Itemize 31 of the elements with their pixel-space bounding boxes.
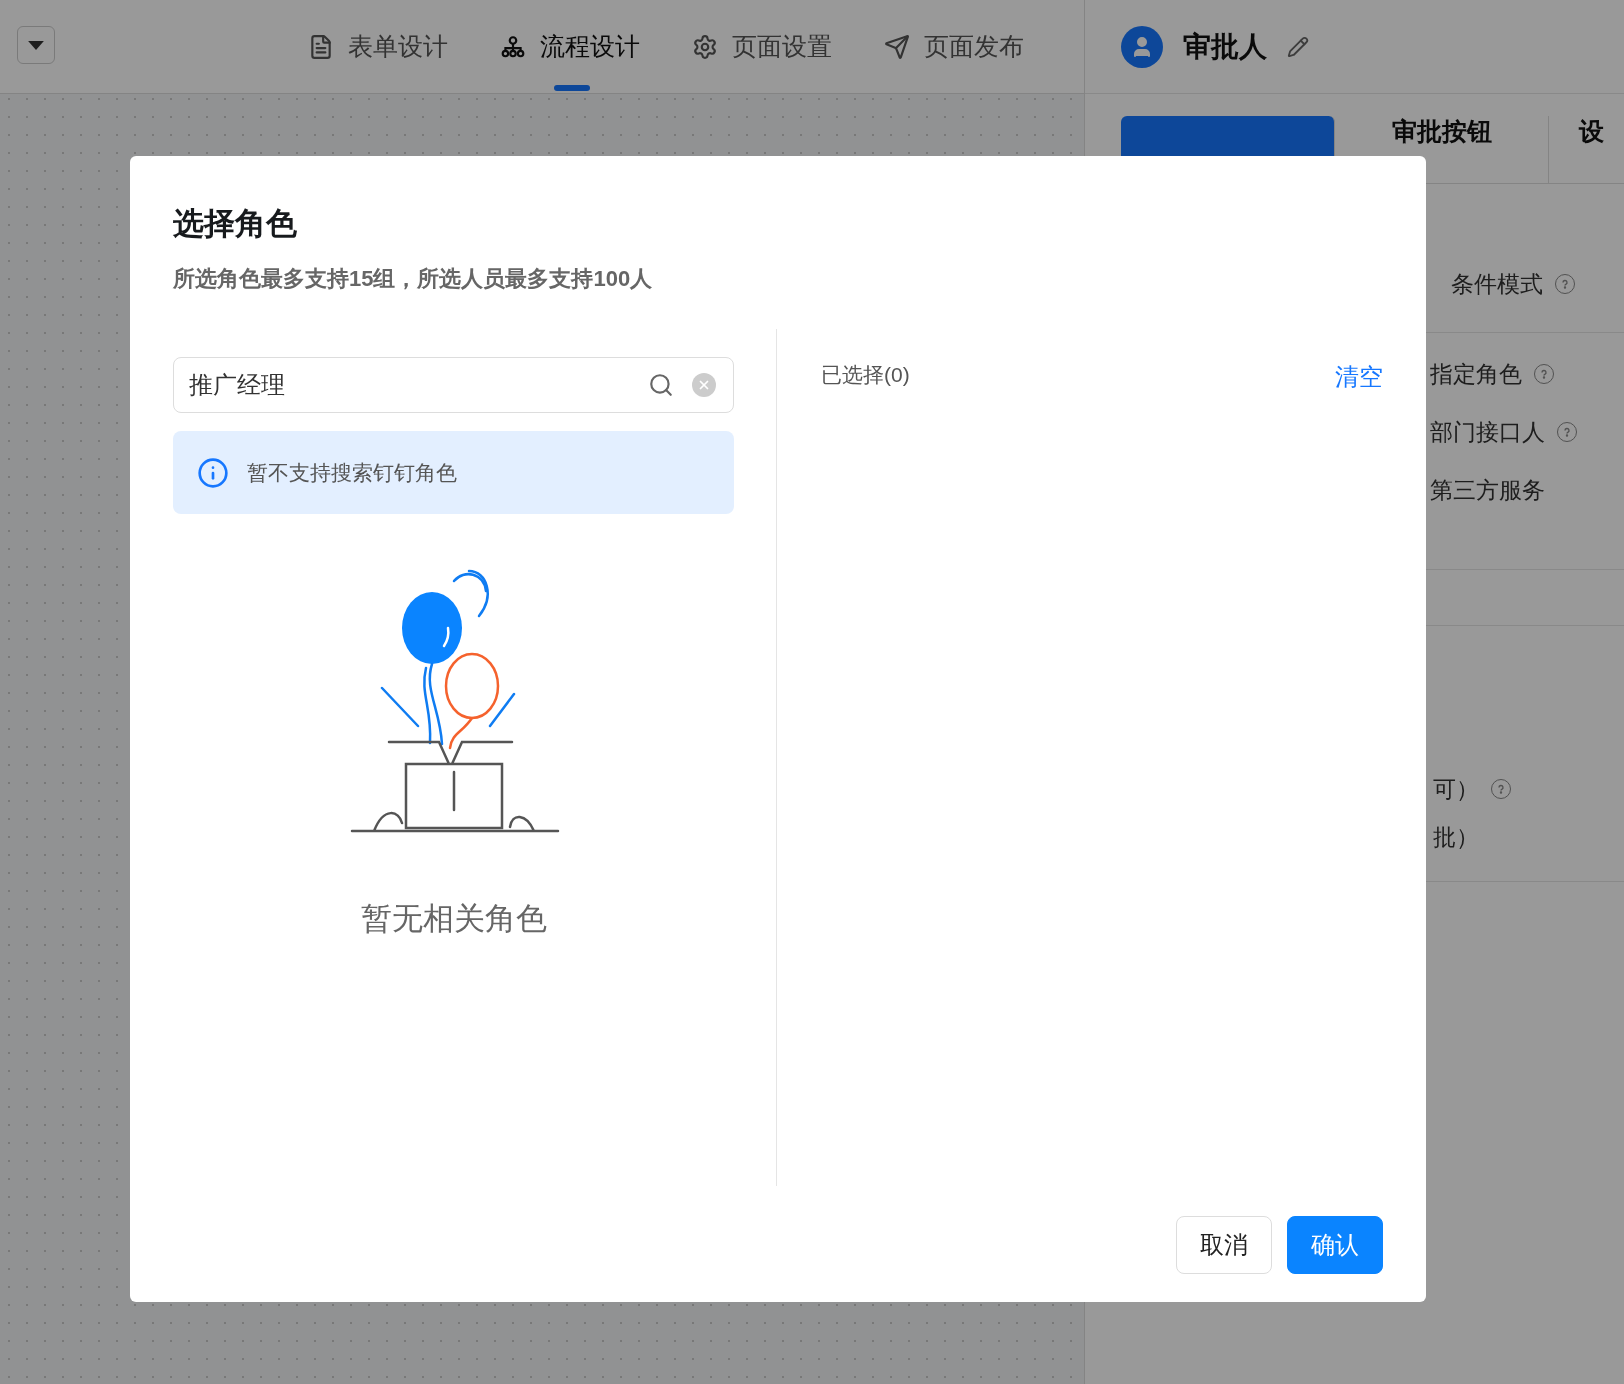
panel-title: 审批人 bbox=[1183, 29, 1267, 64]
caret-down-icon bbox=[28, 40, 44, 50]
dialog-title: 选择角色 bbox=[173, 205, 298, 243]
option-label: 指定角色 bbox=[1430, 359, 1522, 389]
document-icon bbox=[308, 33, 334, 60]
cancel-button[interactable]: 取消 bbox=[1176, 1216, 1272, 1274]
avatar-icon bbox=[1121, 25, 1163, 68]
dialog-subtitle: 所选角色最多支持15组，所选人员最多支持100人 bbox=[173, 265, 654, 293]
option-label: 可） bbox=[1433, 774, 1479, 804]
clear-link[interactable]: 清空 bbox=[1335, 359, 1383, 395]
option-label: 条件模式 bbox=[1451, 269, 1543, 299]
collapse-button[interactable] bbox=[17, 26, 55, 64]
nav-tab[interactable]: 流程设计 bbox=[500, 0, 640, 94]
notice-text: 暂不支持搜索钉钉角色 bbox=[247, 459, 457, 486]
search-field[interactable]: 推广经理 bbox=[173, 357, 734, 413]
selected-count: 已选择(0) bbox=[821, 362, 910, 388]
empty-text: 暂无相关角色 bbox=[360, 900, 547, 938]
nav-tab[interactable]: 页面设置 bbox=[692, 0, 832, 94]
edit-icon bbox=[1287, 35, 1309, 58]
flow-icon bbox=[500, 33, 526, 60]
option-label: 部门接口人 bbox=[1430, 417, 1545, 447]
nav-tab[interactable]: 页面发布 bbox=[884, 0, 1024, 94]
confirm-button[interactable]: 确认 bbox=[1287, 1216, 1383, 1274]
option-label: 第三方服务 bbox=[1430, 475, 1545, 505]
info-icon bbox=[197, 456, 229, 489]
settings-icon bbox=[692, 33, 718, 60]
active-tab-indicator bbox=[554, 84, 590, 91]
search-icon bbox=[648, 372, 674, 398]
paper-plane-icon bbox=[884, 33, 910, 60]
option-label: 批） bbox=[1433, 822, 1479, 852]
nav-tab[interactable]: 表单设计 bbox=[308, 0, 448, 94]
